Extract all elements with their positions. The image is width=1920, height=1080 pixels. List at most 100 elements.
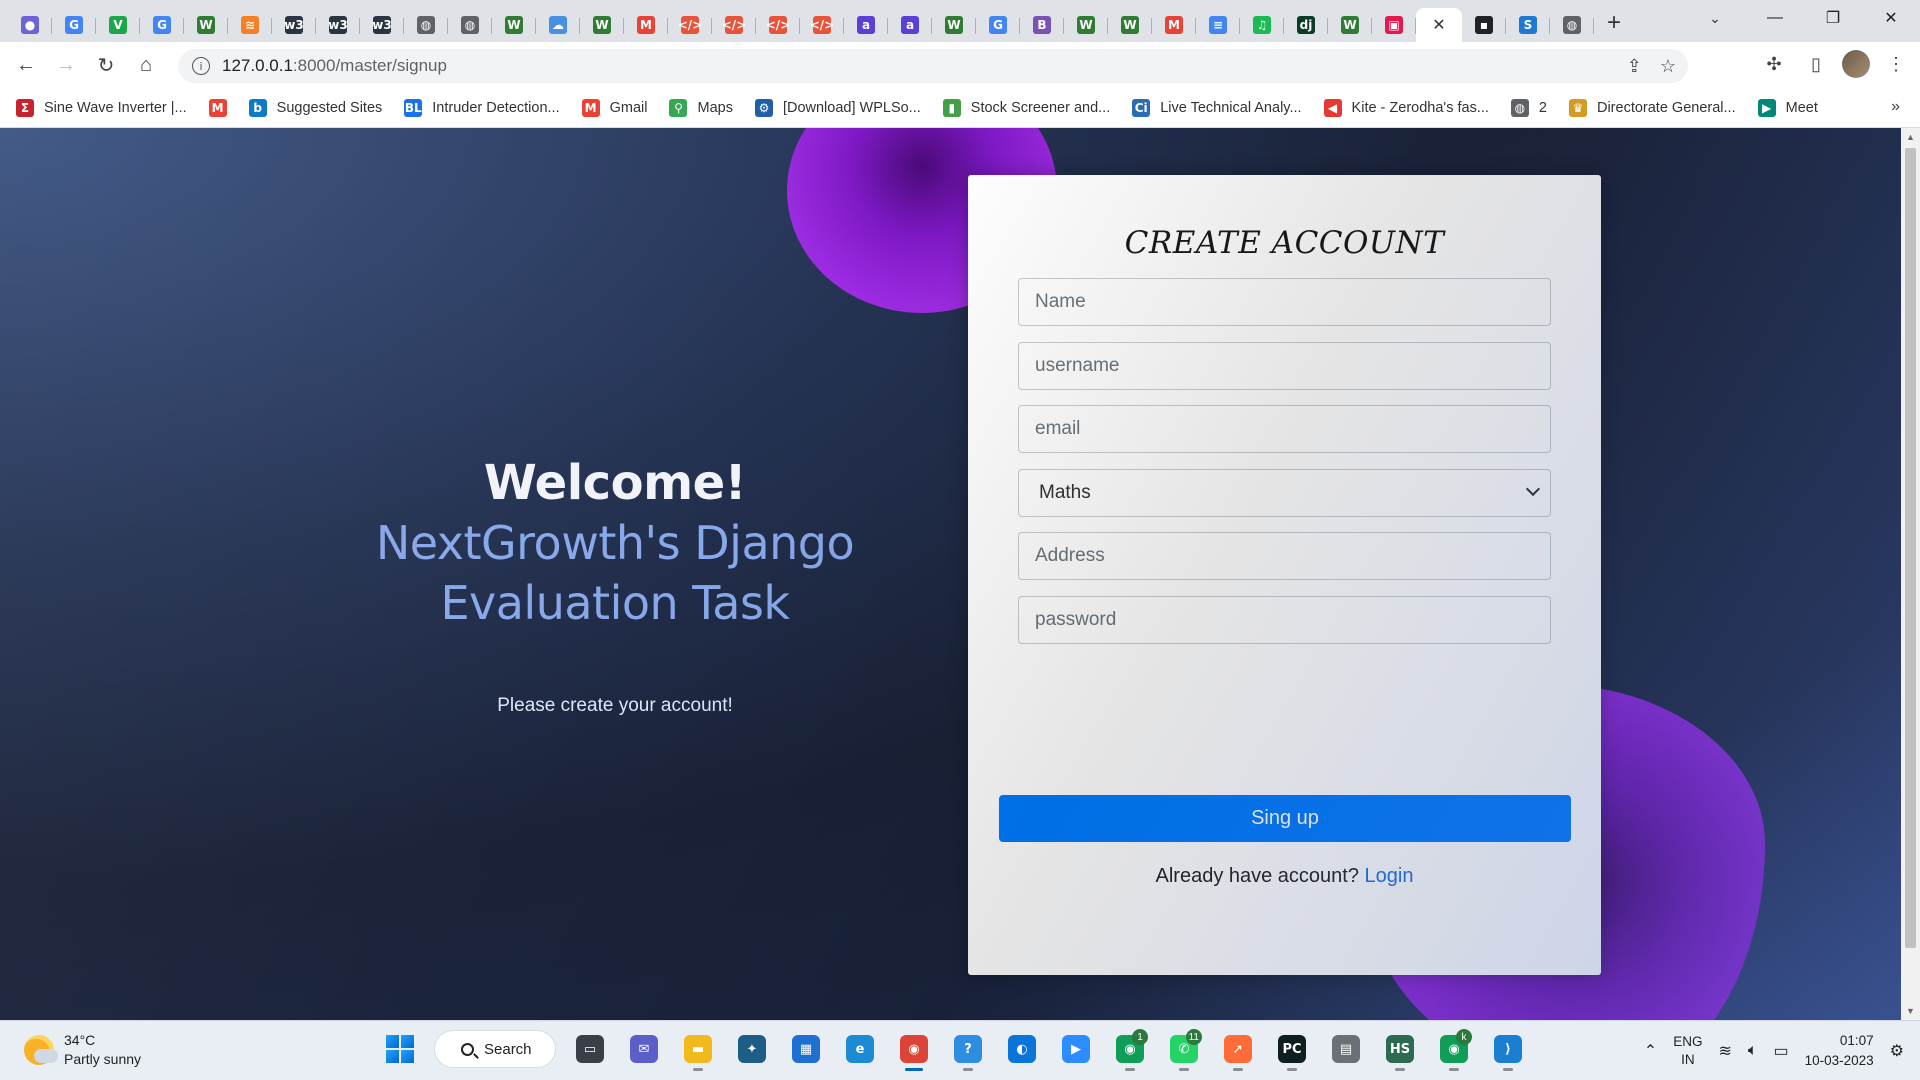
- profile-avatar[interactable]: [1842, 50, 1870, 78]
- browser-tab[interactable]: </>: [800, 8, 844, 42]
- login-link[interactable]: Login: [1365, 865, 1414, 887]
- taskbar-app[interactable]: ▶: [1056, 1029, 1096, 1069]
- battery-icon[interactable]: ▭: [1773, 1041, 1788, 1061]
- bookmark-star-icon[interactable]: ☆: [1660, 56, 1676, 77]
- browser-tab[interactable]: M: [624, 8, 668, 42]
- browser-tab[interactable]: a: [888, 8, 932, 42]
- address-field[interactable]: Address: [1018, 532, 1551, 580]
- browser-tab[interactable]: V: [96, 8, 140, 42]
- browser-tab[interactable]: W: [184, 8, 228, 42]
- browser-tab[interactable]: a: [844, 8, 888, 42]
- volume-icon[interactable]: 🔈︎: [1748, 1042, 1758, 1060]
- bookmark-item[interactable]: b Suggested Sites: [248, 98, 382, 117]
- url-text[interactable]: 127.0.0.1:8000/master/signup: [222, 56, 447, 76]
- browser-tab[interactable]: W: [1328, 8, 1372, 42]
- password-field[interactable]: password: [1018, 596, 1551, 644]
- chat-button[interactable]: ✉: [624, 1029, 664, 1069]
- browser-tab[interactable]: ▪: [1462, 8, 1506, 42]
- tab-search-icon[interactable]: ⌄: [1700, 6, 1730, 30]
- reload-icon[interactable]: ↻: [86, 47, 126, 83]
- browser-tab[interactable]: W: [932, 8, 976, 42]
- taskbar-app[interactable]: PC: [1272, 1029, 1312, 1071]
- taskbar-app[interactable]: ➚: [1218, 1029, 1258, 1071]
- bookmark-item[interactable]: ♛ Directorate General...: [1568, 98, 1736, 117]
- taskbar-app[interactable]: ▦: [786, 1029, 826, 1069]
- browser-tab[interactable]: w3: [360, 8, 404, 42]
- taskbar-app[interactable]: ⟩: [1488, 1029, 1528, 1071]
- active-tab[interactable]: ✕: [1416, 8, 1462, 42]
- email-field[interactable]: email: [1018, 405, 1551, 453]
- clock[interactable]: 01:07 10-03-2023: [1805, 1031, 1874, 1071]
- taskbar-app[interactable]: ▤: [1326, 1029, 1366, 1069]
- browser-tab[interactable]: W: [580, 8, 624, 42]
- browser-tab[interactable]: S: [1506, 8, 1550, 42]
- taskbar-app[interactable]: ▬: [678, 1029, 718, 1071]
- browser-tab[interactable]: G: [52, 8, 96, 42]
- forward-icon[interactable]: →: [46, 47, 86, 83]
- address-bar[interactable]: i 127.0.0.1:8000/master/signup ⇪ ☆: [178, 49, 1688, 83]
- side-panel-icon[interactable]: ▯: [1800, 48, 1832, 80]
- restore-icon[interactable]: ❐: [1804, 0, 1862, 36]
- close-tab-icon[interactable]: ✕: [1432, 15, 1445, 35]
- bookmark-item[interactable]: ⚙ [Download] WPLSo...: [754, 98, 921, 117]
- browser-tab[interactable]: w3: [272, 8, 316, 42]
- browser-tab[interactable]: ♫: [1240, 8, 1284, 42]
- browser-tab[interactable]: G: [140, 8, 184, 42]
- share-icon[interactable]: ⇪: [1627, 56, 1642, 77]
- scroll-up-icon[interactable]: ▲: [1901, 128, 1920, 146]
- bookmark-item[interactable]: ⚲ Maps: [669, 98, 733, 117]
- taskbar-app[interactable]: ✆ 11: [1164, 1029, 1204, 1071]
- browser-tab[interactable]: ☁: [536, 8, 580, 42]
- notifications-icon[interactable]: ⚙: [1890, 1041, 1904, 1061]
- bookmark-item[interactable]: Σ Sine Wave Inverter |...: [16, 98, 187, 117]
- browser-tab[interactable]: ≡: [1196, 8, 1240, 42]
- signup-button[interactable]: Sing up: [999, 795, 1571, 842]
- bookmarks-overflow-icon[interactable]: »: [1891, 98, 1900, 116]
- browser-tab[interactable]: W: [1064, 8, 1108, 42]
- bookmark-item[interactable]: ▶ Meet: [1757, 98, 1818, 117]
- taskbar-app[interactable]: e: [840, 1029, 880, 1069]
- subject-select[interactable]: Maths: [1018, 469, 1551, 517]
- taskbar-app[interactable]: ◐: [1002, 1029, 1042, 1069]
- language-indicator[interactable]: ENG IN: [1673, 1033, 1702, 1069]
- browser-tab[interactable]: ▣: [1372, 8, 1416, 42]
- chevron-up-icon[interactable]: ⌃: [1644, 1041, 1657, 1061]
- taskbar-search[interactable]: Search: [434, 1030, 556, 1068]
- bookmark-item[interactable]: M Gmail: [581, 98, 647, 117]
- username-field[interactable]: username: [1018, 342, 1551, 390]
- site-info-icon[interactable]: i: [192, 57, 210, 75]
- taskbar-app[interactable]: ✦: [732, 1029, 772, 1069]
- taskbar-app[interactable]: ◉ 1: [1110, 1029, 1150, 1071]
- browser-tab[interactable]: ●: [8, 8, 52, 42]
- browser-tab[interactable]: ◍: [1550, 8, 1594, 42]
- browser-tab[interactable]: W: [492, 8, 536, 42]
- home-icon[interactable]: ⌂: [126, 47, 166, 83]
- bookmark-item[interactable]: M: [208, 98, 227, 117]
- bookmark-item[interactable]: Ci Live Technical Analy...: [1132, 98, 1302, 117]
- browser-tab[interactable]: </>: [668, 8, 712, 42]
- browser-tab[interactable]: W: [1108, 8, 1152, 42]
- taskbar-app[interactable]: HS: [1380, 1029, 1420, 1071]
- new-tab-icon[interactable]: +: [1594, 6, 1634, 40]
- scroll-down-icon[interactable]: ▼: [1901, 1002, 1920, 1020]
- scrollbar-thumb[interactable]: [1905, 148, 1916, 948]
- bookmark-item[interactable]: ◍ 2: [1510, 98, 1547, 117]
- minimize-icon[interactable]: —: [1746, 0, 1804, 36]
- browser-tab[interactable]: </>: [712, 8, 756, 42]
- wifi-icon[interactable]: ≋: [1718, 1041, 1731, 1061]
- page-scrollbar[interactable]: ▲ ▼: [1901, 128, 1920, 1020]
- menu-icon[interactable]: ⋮: [1880, 48, 1912, 80]
- extensions-icon[interactable]: ✣: [1758, 48, 1790, 80]
- bookmark-item[interactable]: ◀ Kite - Zerodha's fas...: [1323, 98, 1489, 117]
- browser-tab[interactable]: G: [976, 8, 1020, 42]
- browser-tab[interactable]: dj: [1284, 8, 1328, 42]
- start-button[interactable]: [380, 1029, 420, 1069]
- weather-widget[interactable]: 34°C Partly sunny: [24, 1031, 141, 1069]
- taskbar-app[interactable]: ◉ k: [1434, 1029, 1474, 1071]
- browser-tab[interactable]: w3: [316, 8, 360, 42]
- browser-tab[interactable]: M: [1152, 8, 1196, 42]
- bookmark-item[interactable]: ▮ Stock Screener and...: [942, 98, 1110, 117]
- taskbar-app[interactable]: ◉: [894, 1029, 934, 1071]
- browser-tab[interactable]: ≋: [228, 8, 272, 42]
- close-window-icon[interactable]: ✕: [1862, 0, 1920, 36]
